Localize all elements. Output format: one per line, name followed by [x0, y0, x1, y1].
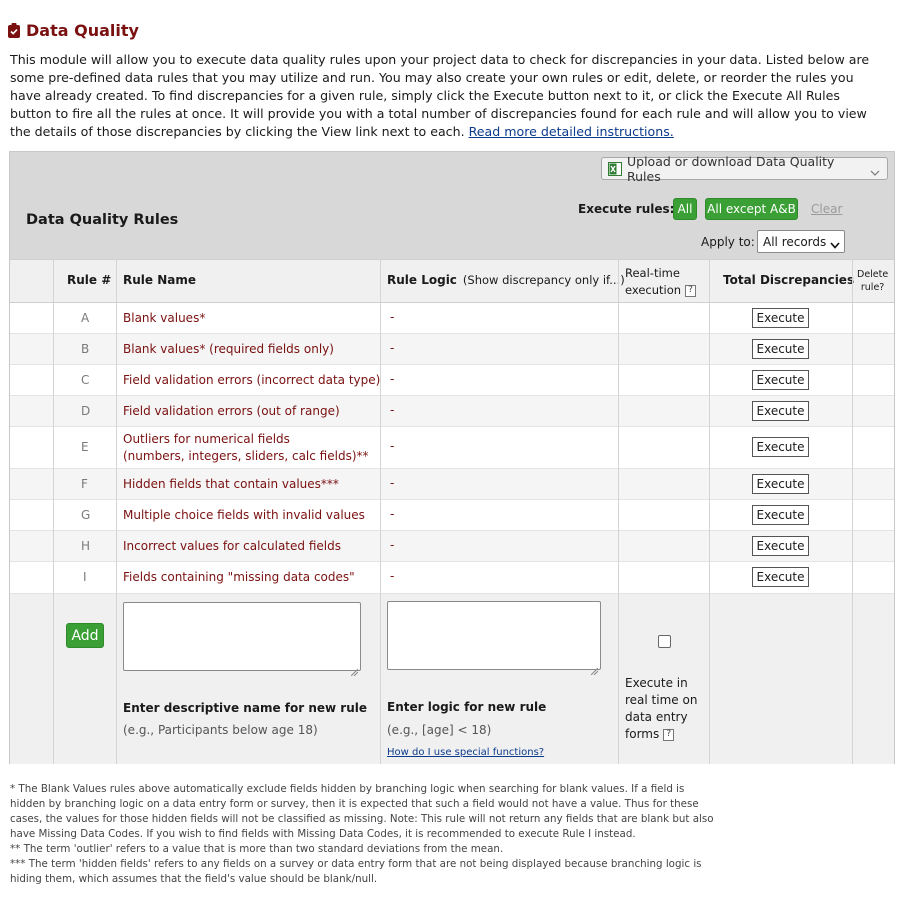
col-divider [618, 259, 619, 764]
execute-button[interactable]: Execute [752, 401, 809, 421]
new-rule-name-textarea[interactable] [123, 602, 361, 677]
col-total: Total Discrepancies [723, 273, 855, 287]
col-divider [116, 259, 117, 764]
rule-logic[interactable]: - [390, 341, 394, 355]
instructions-link[interactable]: Read more detailed instructions. [469, 124, 674, 139]
col-rule-logic-label: Rule Logic [387, 273, 457, 287]
new-rule-name-example: (e.g., Participants below age 18) [123, 723, 318, 737]
rule-name[interactable]: Blank values* [123, 310, 205, 327]
col-rule-name: Rule Name [123, 273, 196, 287]
execute-button[interactable]: Execute [752, 474, 809, 494]
new-rule-logic-label: Enter logic for new rule [387, 700, 547, 714]
rule-id: G [81, 508, 91, 522]
help-icon[interactable]: ? [663, 728, 675, 741]
rule-logic[interactable]: - [390, 372, 394, 386]
rule-id: D [81, 404, 91, 418]
page-title-text: Data Quality [26, 20, 139, 40]
rule-id: I [83, 570, 87, 584]
execute-rules-label: Execute rules: [578, 202, 675, 216]
execute-button[interactable]: Execute [752, 567, 809, 587]
rule-id: E [81, 440, 89, 454]
rule-id: F [81, 477, 88, 491]
resize-grip-icon[interactable] [350, 661, 359, 677]
execute-all-except-ab-button[interactable]: All except A&B [705, 198, 798, 220]
apply-to-value: All records [763, 234, 827, 249]
rule-logic[interactable]: - [390, 439, 394, 453]
execute-button[interactable]: Execute [752, 339, 809, 359]
resize-grip-icon[interactable] [590, 660, 599, 676]
realtime-label-2: real time on [625, 693, 698, 707]
page-title: Data Quality [8, 18, 139, 42]
col-divider [852, 259, 853, 764]
realtime-label: Execute in real time on data entry forms… [625, 675, 705, 743]
realtime-label-1: Execute in [625, 676, 688, 690]
excel-icon [608, 161, 622, 176]
rule-name-line2: (numbers, integers, sliders, calc fields… [123, 449, 369, 463]
rule-name[interactable]: Field validation errors (incorrect data … [123, 372, 380, 389]
realtime-label-3: data entry [625, 710, 688, 724]
col-realtime-1: Real-time [625, 266, 680, 280]
apply-to-label: Apply to: [701, 235, 755, 249]
rule-name[interactable]: Field validation errors (out of range) [123, 403, 340, 420]
rule-name[interactable]: Incorrect values for calculated fields [123, 538, 341, 555]
footnote-1: * The Blank Values rules above automatic… [10, 783, 714, 840]
rule-logic[interactable]: - [390, 403, 394, 417]
rule-id: C [81, 373, 90, 387]
upload-download-dropdown[interactable]: Upload or download Data Quality Rules [601, 154, 888, 184]
rule-logic[interactable]: - [390, 538, 394, 552]
execute-button[interactable]: Execute [752, 308, 809, 328]
footnotes: * The Blank Values rules above automatic… [10, 782, 720, 887]
footnote-2: ** The term 'outlier' refers to a value … [10, 843, 504, 855]
col-delete-2: rule? [860, 282, 885, 293]
col-divider [380, 259, 381, 764]
upload-download-label: Upload or download Data Quality Rules [627, 153, 835, 184]
add-rule-button[interactable]: Add [66, 623, 104, 648]
realtime-checkbox[interactable] [658, 635, 671, 648]
apply-to-select[interactable]: All records [757, 230, 845, 253]
col-realtime-2: execution [625, 283, 682, 297]
col-divider [709, 259, 710, 764]
chevron-down-icon [870, 165, 880, 176]
rule-logic[interactable]: - [390, 476, 394, 490]
col-rule-num: Rule # [67, 273, 112, 287]
rule-logic[interactable]: - [390, 310, 394, 324]
rule-name[interactable]: Fields containing "missing data codes" [123, 569, 355, 586]
col-rule-logic: Rule Logic (Show discrepancy only if...) [387, 273, 625, 287]
footnote-3: *** The term 'hidden fields' refers to a… [10, 858, 702, 885]
rule-name[interactable]: Blank values* (required fields only) [123, 341, 334, 358]
rule-name[interactable]: Hidden fields that contain values*** [123, 476, 339, 493]
clear-link[interactable]: Clear [811, 202, 842, 216]
rule-logic[interactable]: - [390, 569, 394, 583]
col-divider [53, 259, 54, 764]
chevron-down-icon [830, 238, 840, 249]
execute-button[interactable]: Execute [752, 505, 809, 525]
help-icon[interactable]: ? [685, 284, 697, 297]
intro-text: This module will allow you to execute da… [10, 51, 872, 141]
col-delete: Delete rule? [857, 268, 888, 294]
intro-body: This module will allow you to execute da… [10, 52, 870, 140]
rule-name[interactable]: Multiple choice fields with invalid valu… [123, 507, 365, 524]
rule-id: H [81, 539, 91, 553]
execute-button[interactable]: Execute [752, 370, 809, 390]
clipboard-check-icon [8, 22, 20, 38]
col-rule-logic-sub: (Show discrepancy only if...) [462, 273, 625, 287]
realtime-label-4: forms [625, 727, 660, 741]
special-functions-link[interactable]: How do I use special functions? [387, 747, 544, 758]
new-rule-logic-example: (e.g., [age] < 18) [387, 723, 492, 737]
col-delete-1: Delete [857, 269, 889, 280]
execute-button[interactable]: Execute [752, 437, 809, 457]
rule-logic[interactable]: - [390, 507, 394, 521]
rule-id: A [81, 311, 90, 325]
new-rule-name-label: Enter descriptive name for new rule [123, 701, 367, 715]
panel-title: Data Quality Rules [26, 212, 179, 228]
rule-name-line1: Outliers for numerical fields [123, 432, 290, 446]
rule-name[interactable]: Outliers for numerical fields (numbers, … [123, 431, 369, 465]
execute-all-button[interactable]: All [673, 198, 697, 220]
col-realtime: Real-time execution? [625, 265, 697, 299]
new-rule-logic-textarea[interactable] [387, 601, 601, 676]
rule-id: B [81, 342, 90, 356]
execute-button[interactable]: Execute [752, 536, 809, 556]
